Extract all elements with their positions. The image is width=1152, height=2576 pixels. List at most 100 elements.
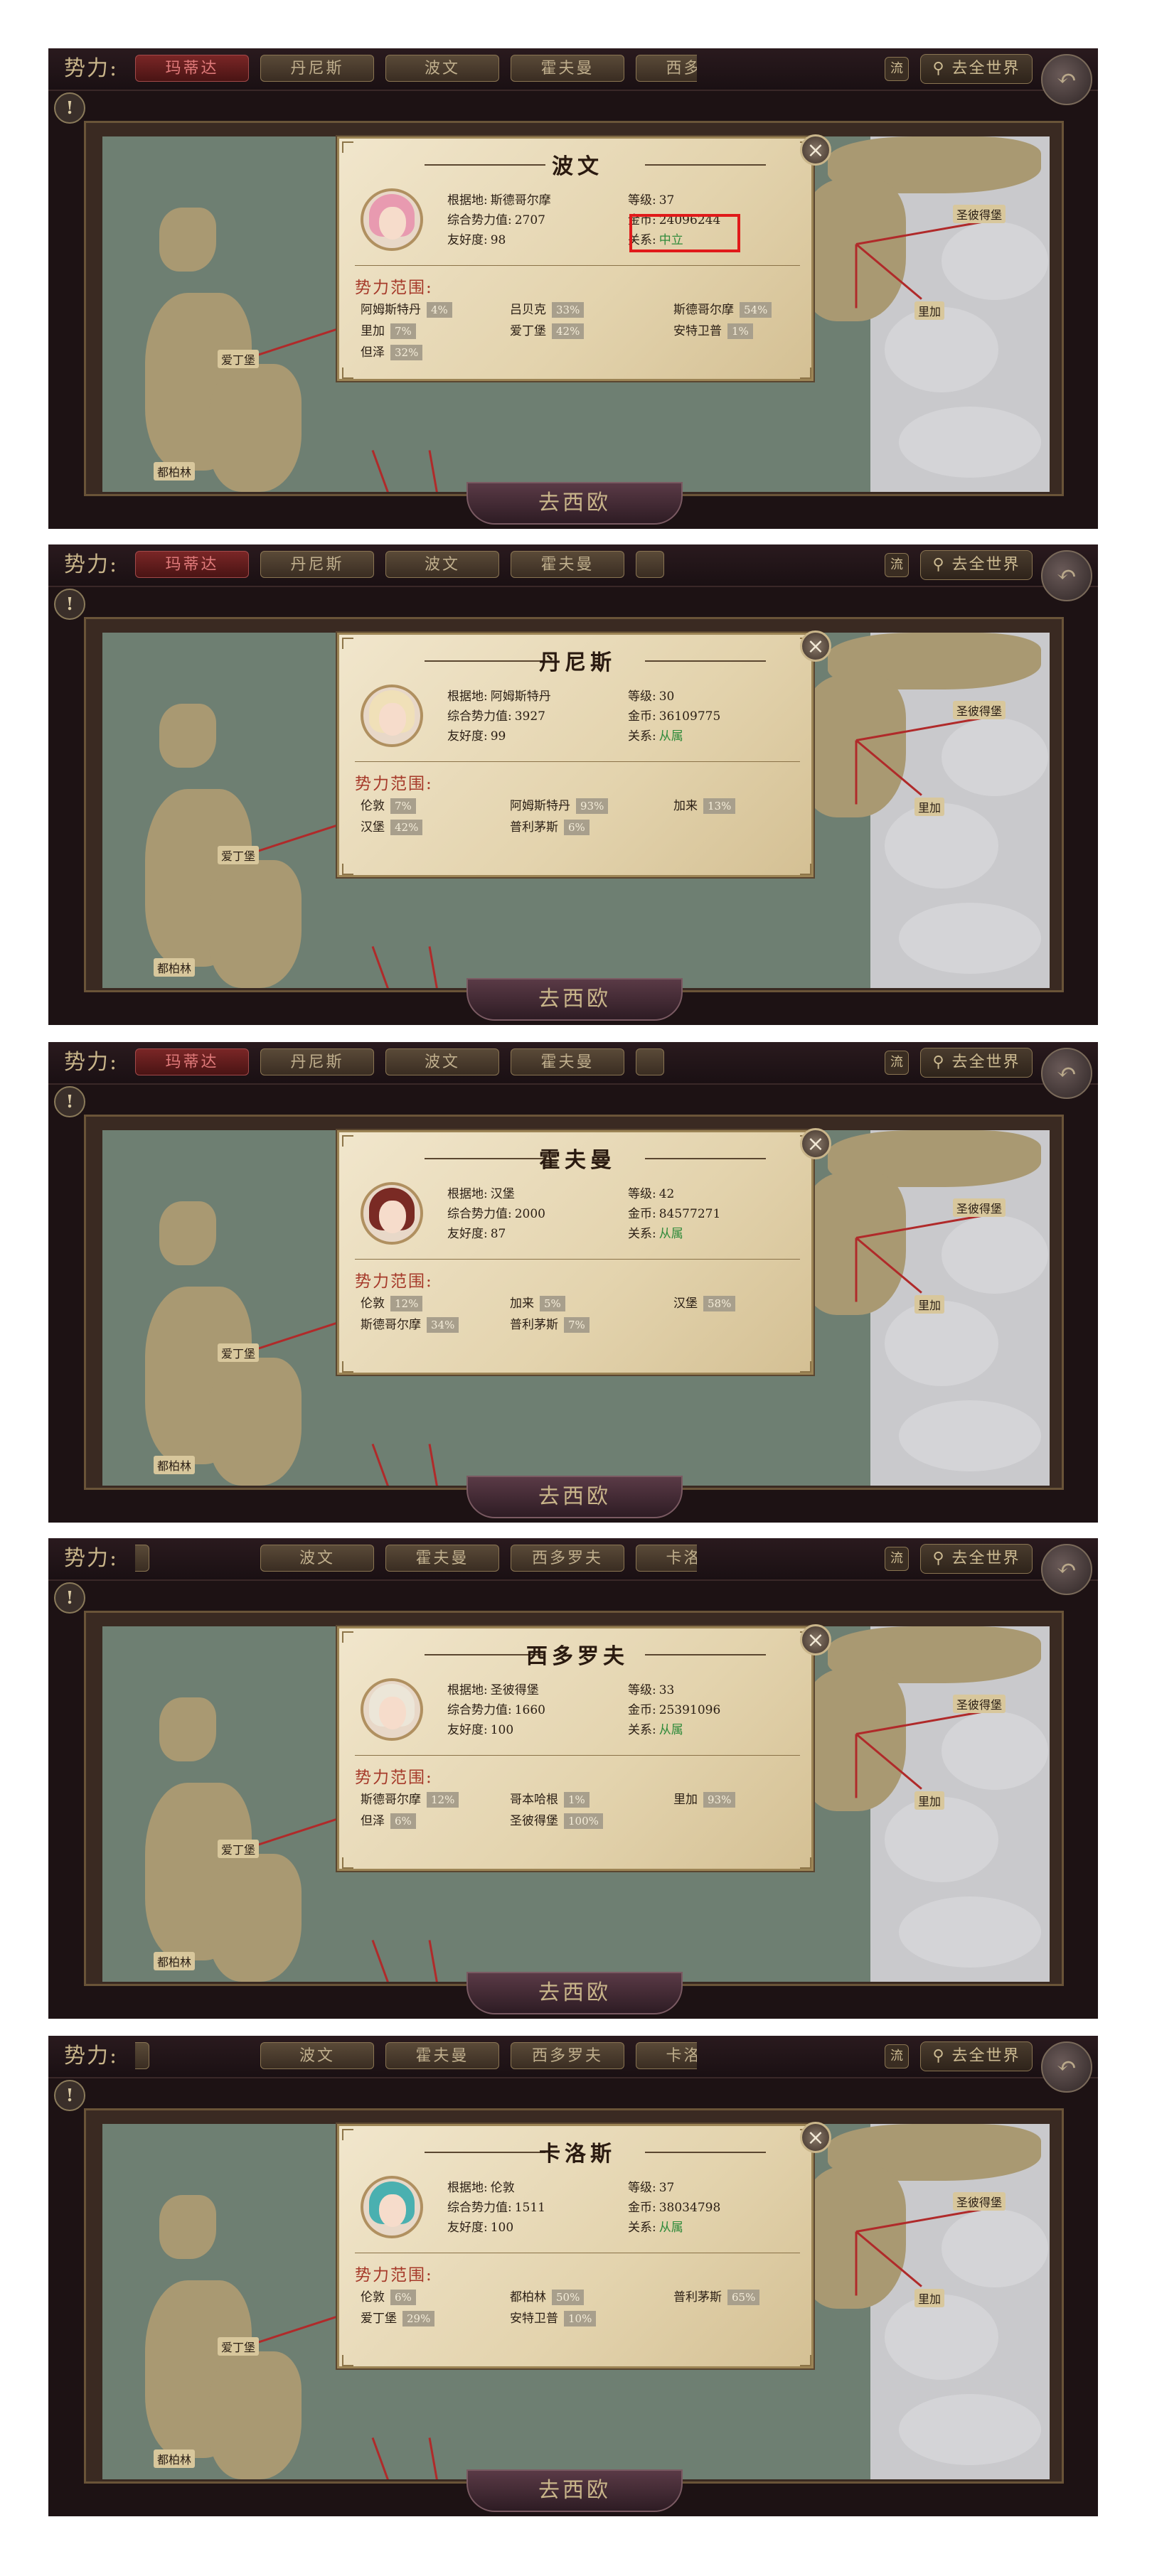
city-label[interactable]: 里加	[914, 301, 945, 320]
city-label[interactable]: 圣彼得堡	[953, 1695, 1006, 1713]
faction-tab[interactable]: 丹尼斯	[260, 551, 374, 578]
influence-percent: 4%	[427, 302, 452, 318]
city-label[interactable]: 都柏林	[154, 1456, 196, 1474]
faction-tab[interactable]: 波文	[385, 1048, 499, 1075]
faction-name: 霍夫曼	[539, 1148, 616, 1173]
power-field: 综合势力值: 1660	[447, 1700, 545, 1717]
faction-tab[interactable]: 霍夫曼	[511, 1048, 624, 1075]
back-arrow-icon[interactable]: ↶	[1041, 54, 1092, 105]
faction-tab[interactable]: 西多罗夫	[511, 1545, 624, 1572]
city-label[interactable]: 都柏林	[154, 462, 196, 481]
go-west-europe-button[interactable]: 去西欧	[466, 482, 683, 525]
faction-tab[interactable]: 波文	[260, 2042, 374, 2069]
go-world-button[interactable]: ⚲ 去全世界	[920, 1048, 1033, 1078]
city-label[interactable]: 都柏林	[154, 1952, 196, 1970]
base-label: 根据地:	[447, 2181, 488, 2195]
city-label[interactable]: 圣彼得堡	[953, 1198, 1006, 1217]
go-west-europe-button[interactable]: 去西欧	[466, 1476, 683, 1518]
city-label[interactable]: 爱丁堡	[218, 846, 260, 864]
city-label[interactable]: 爱丁堡	[218, 1343, 260, 1362]
alert-icon[interactable]: !	[54, 1582, 85, 1614]
city-label[interactable]: 爱丁堡	[218, 2337, 260, 2356]
base-field: 根据地: 斯德哥尔摩	[447, 190, 551, 208]
city-label[interactable]: 圣彼得堡	[953, 701, 1006, 719]
faction-tab[interactable]: 霍夫曼	[385, 1545, 499, 1572]
faction-tab[interactable]: 卡洛斯	[636, 1545, 697, 1572]
influence-city: 阿姆斯特丹	[510, 799, 570, 813]
faction-label: 势力:	[64, 1050, 119, 1075]
faction-tab[interactable]: 玛蒂达	[135, 1048, 249, 1075]
faction-tab-strip[interactable]: 玛蒂达丹尼斯波文霍夫曼西多罗	[135, 55, 697, 83]
go-world-button[interactable]: ⚲ 去全世界	[920, 550, 1033, 580]
small-toggle-button[interactable]: 流	[885, 57, 909, 81]
faction-tab-strip[interactable]: 玛蒂达 丹尼斯 波文 霍夫曼	[135, 1048, 697, 1077]
influence-range-title: 势力范围:	[355, 2266, 433, 2285]
faction-tab[interactable]: 霍夫曼	[511, 55, 624, 82]
go-world-button[interactable]: ⚲ 去全世界	[920, 1544, 1033, 1574]
faction-tab-strip[interactable]: 波文霍夫曼西多罗夫卡洛斯	[135, 2042, 697, 2071]
back-arrow-icon[interactable]: ↶	[1041, 2041, 1092, 2093]
level-value: 30	[658, 689, 675, 704]
leader-avatar	[361, 1678, 423, 1741]
alert-icon[interactable]: !	[54, 2080, 85, 2111]
cloud	[942, 2209, 1048, 2287]
influence-item: 汉堡 42%	[361, 817, 423, 835]
faction-tab[interactable]: 丹尼斯	[260, 1048, 374, 1075]
back-arrow-icon[interactable]: ↶	[1041, 1048, 1092, 1099]
faction-tab[interactable]: 玛蒂达	[135, 55, 249, 82]
city-label[interactable]: 圣彼得堡	[953, 2192, 1006, 2211]
alert-icon[interactable]: !	[54, 92, 85, 124]
relation-label: 关系:	[628, 2221, 656, 2235]
faction-tab-strip[interactable]: 波文霍夫曼西多罗夫卡洛斯	[135, 1545, 697, 1573]
cloud	[885, 1301, 998, 1386]
faction-label: 势力:	[64, 56, 119, 81]
small-toggle-button[interactable]: 流	[885, 1547, 909, 1571]
city-label[interactable]: 都柏林	[154, 2449, 196, 2468]
city-label[interactable]: 圣彼得堡	[953, 205, 1006, 223]
small-toggle-button[interactable]: 流	[885, 2044, 909, 2068]
back-arrow-icon[interactable]: ↶	[1041, 1544, 1092, 1595]
land-area	[799, 1669, 906, 1811]
faction-tab[interactable]: 卡洛斯	[636, 2042, 697, 2069]
city-label[interactable]: 爱丁堡	[218, 1840, 260, 1858]
city-label[interactable]: 爱丁堡	[218, 350, 260, 368]
go-world-button[interactable]: ⚲ 去全世界	[920, 54, 1033, 84]
faction-top-bar: 势力: 波文霍夫曼西多罗夫卡洛斯 流 ⚲ 去全世界	[48, 2036, 1098, 2078]
faction-tab[interactable]: 波文	[260, 1545, 374, 1572]
city-label[interactable]: 里加	[914, 1791, 945, 1810]
small-toggle-button[interactable]: 流	[885, 553, 909, 577]
relation-field: 关系: 从属	[628, 2217, 683, 2235]
relation-field: 关系: 从属	[628, 726, 683, 744]
faction-tab[interactable]: 玛蒂达	[135, 551, 249, 578]
faction-tab[interactable]	[636, 551, 664, 578]
faction-tab[interactable]: 霍夫曼	[385, 2042, 499, 2069]
city-label[interactable]: 里加	[914, 1295, 945, 1314]
faction-tab[interactable]	[135, 2042, 149, 2069]
alert-icon[interactable]: !	[54, 1086, 85, 1117]
search-icon: ⚲	[932, 1053, 952, 1071]
go-west-europe-button[interactable]: 去西欧	[466, 978, 683, 1021]
city-label[interactable]: 里加	[914, 798, 945, 816]
faction-tab[interactable]	[636, 1048, 664, 1075]
faction-tab[interactable]: 霍夫曼	[511, 551, 624, 578]
faction-tab[interactable]: 丹尼斯	[260, 55, 374, 82]
gold-value: 38034798	[658, 2201, 721, 2215]
city-label[interactable]: 里加	[914, 2289, 945, 2307]
go-west-europe-button[interactable]: 去西欧	[466, 2469, 683, 2512]
small-toggle-button[interactable]: 流	[885, 1051, 909, 1075]
faction-tab[interactable]: 波文	[385, 55, 499, 82]
city-label[interactable]: 都柏林	[154, 958, 196, 977]
faction-tab[interactable]: 西多罗夫	[511, 2042, 624, 2069]
faction-tab-strip[interactable]: 玛蒂达 丹尼斯 波文 霍夫曼	[135, 551, 697, 579]
relation-field: 关系: 从属	[628, 1223, 683, 1241]
alert-icon[interactable]: !	[54, 589, 85, 620]
back-arrow-icon[interactable]: ↶	[1041, 550, 1092, 601]
faction-tab[interactable]: 西多罗	[636, 55, 697, 82]
faction-tab[interactable]: 波文	[385, 551, 499, 578]
level-value: 33	[658, 1683, 675, 1697]
go-west-europe-button[interactable]: 去西欧	[466, 1972, 683, 2014]
go-world-button[interactable]: ⚲ 去全世界	[920, 2041, 1033, 2071]
influence-city: 吕贝克	[510, 303, 546, 317]
land-area	[799, 2167, 906, 2309]
faction-tab[interactable]	[135, 1545, 149, 1572]
